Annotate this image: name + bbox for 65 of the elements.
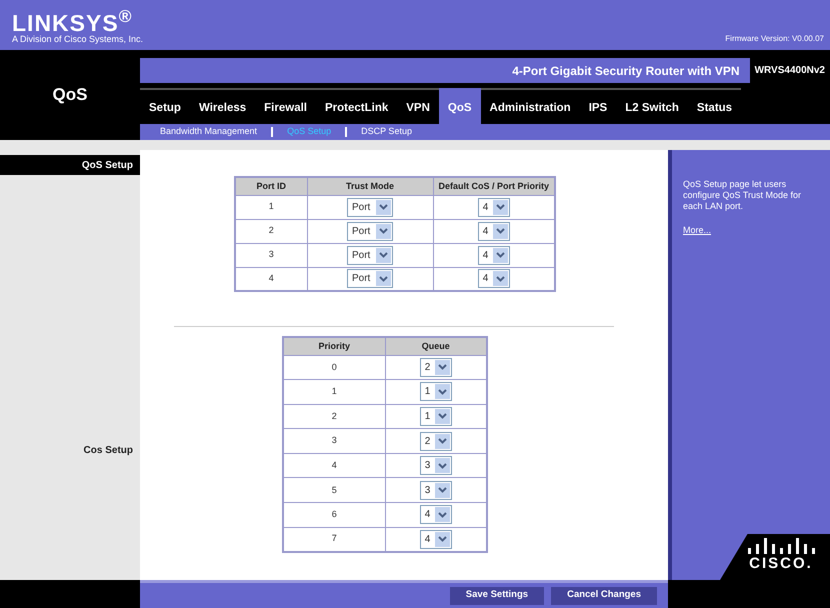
caret-icon xyxy=(434,482,450,498)
caret-icon xyxy=(434,434,450,449)
caret-icon xyxy=(492,271,508,286)
caret-icon xyxy=(376,248,391,262)
firmware-version: Firmware Version: V0.00.07 xyxy=(725,33,824,45)
dropdown[interactable]: Port xyxy=(347,246,393,264)
dropdown[interactable]: 1 xyxy=(420,406,452,426)
column-header: Trust Mode xyxy=(307,177,433,195)
model-name: WRVS4400Nv2 xyxy=(754,64,825,78)
help-text: QoS Setup page let users configure QoS Trust Mode for each LAN port. xyxy=(683,179,802,212)
table-cell: 2 xyxy=(283,404,385,429)
dropdown[interactable]: Port xyxy=(347,222,393,240)
table-cell: 4 xyxy=(283,453,385,478)
table-cell: 2 xyxy=(235,219,307,243)
dropdown[interactable]: 4 xyxy=(478,198,510,216)
caret-icon xyxy=(376,200,391,214)
table-cell: 1 xyxy=(283,380,385,404)
dropdown[interactable]: Port xyxy=(347,198,393,216)
logo: LINKSYS$^{®}$ xyxy=(12,12,132,34)
section-label: Cos Setup xyxy=(82,444,134,458)
caret-icon xyxy=(492,200,508,214)
nav-tab[interactable]: QoS xyxy=(438,88,481,124)
dropdown[interactable]: 3 xyxy=(420,480,452,500)
table-cell: 3 xyxy=(283,428,385,454)
more-link[interactable]: More... xyxy=(683,224,822,238)
table-cell: 5 xyxy=(283,478,385,503)
caret-icon xyxy=(434,507,450,522)
footer-logo: CISCO. xyxy=(749,554,813,574)
cancel-button[interactable]: Cancel Changes xyxy=(551,586,657,604)
subnav-link[interactable]: DSCP Setup xyxy=(361,125,412,139)
caret-icon xyxy=(376,224,391,238)
caret-icon xyxy=(434,458,450,474)
logo-bars-icon xyxy=(746,538,816,554)
dropdown[interactable]: 2 xyxy=(420,358,452,377)
caret-icon xyxy=(492,248,508,262)
dropdown[interactable]: 4 xyxy=(420,530,452,549)
table-cell: 6 xyxy=(283,502,385,528)
dropdown[interactable]: 3 xyxy=(420,456,452,476)
subnav-link[interactable]: Bandwidth Management xyxy=(160,125,258,139)
caret-icon xyxy=(492,224,508,238)
dropdown[interactable]: 4 xyxy=(478,222,510,240)
caret-icon xyxy=(376,271,391,286)
column-header: Port ID xyxy=(235,177,307,195)
caret-icon xyxy=(434,408,450,424)
product-name: 4-Port Gigabit Security Router with VPN xyxy=(512,62,740,80)
dropdown[interactable]: Port xyxy=(347,269,393,288)
dropdown[interactable]: 4 xyxy=(420,505,452,524)
save-button[interactable]: Save Settings xyxy=(450,586,544,604)
column-header: Priority xyxy=(283,337,385,355)
dropdown[interactable]: 2 xyxy=(420,432,452,451)
tagline: A Division of Cisco Systems, Inc. xyxy=(12,34,144,45)
caret-icon xyxy=(434,360,450,375)
column-header: Queue xyxy=(385,337,487,355)
table-cell: 1 xyxy=(235,195,307,219)
dropdown[interactable]: 1 xyxy=(420,382,452,402)
caret-icon xyxy=(434,532,450,547)
page-title: QoS xyxy=(52,84,88,106)
table-cell: 3 xyxy=(235,243,307,267)
dropdown[interactable]: 4 xyxy=(478,269,510,288)
caret-icon xyxy=(434,384,450,400)
table-cell: 0 xyxy=(283,355,385,380)
section-label: QoS Setup xyxy=(0,155,140,175)
nav-tab[interactable]: Administration xyxy=(480,88,580,124)
dropdown[interactable]: 4 xyxy=(478,246,510,264)
column-header: Default CoS / Port Priority xyxy=(433,177,555,195)
